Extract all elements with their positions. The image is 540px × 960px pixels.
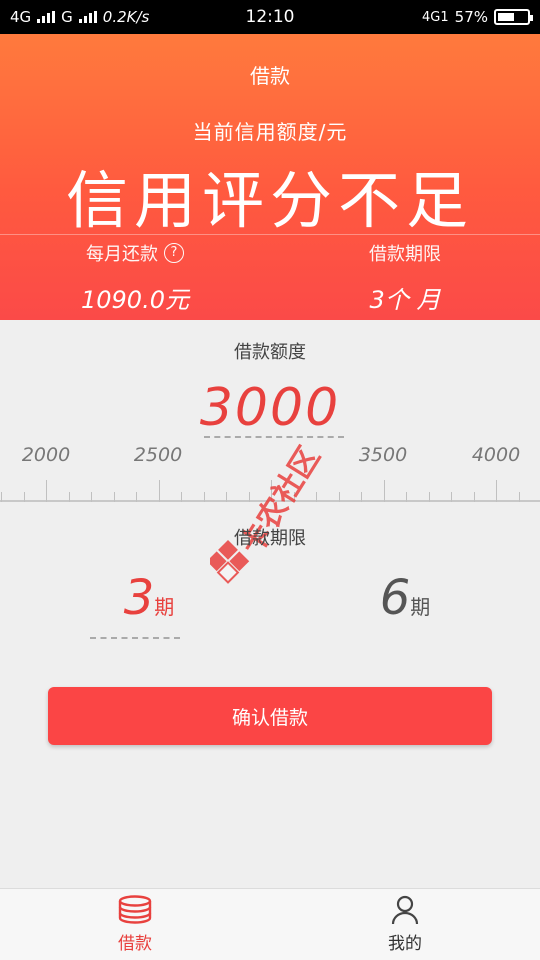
ruler-tick bbox=[316, 492, 317, 502]
term-unit: 期 bbox=[410, 595, 431, 619]
bottom-nav: 借款 我的 bbox=[0, 888, 540, 960]
ruler-tick bbox=[518, 492, 520, 502]
monthly-payment-label-row: 每月还款 ? bbox=[0, 240, 270, 266]
monthly-payment-value: 1090.0元 bbox=[81, 286, 189, 314]
term-selected-underline bbox=[90, 637, 180, 639]
ruler-tick bbox=[1, 492, 2, 502]
ruler-tick bbox=[158, 480, 160, 502]
amount-ruler-slider[interactable] bbox=[0, 472, 540, 504]
term-option-3[interactable]: 3期 bbox=[84, 570, 214, 626]
ruler-tick bbox=[248, 492, 250, 502]
term-summary-label: 借款期限 bbox=[369, 244, 441, 265]
ruler-label: 3500 bbox=[358, 444, 408, 466]
ruler-tick bbox=[496, 480, 497, 502]
ruler-tick bbox=[136, 492, 137, 502]
term-number: 6 bbox=[379, 570, 411, 626]
monthly-payment-label: 每月还款 bbox=[86, 244, 158, 265]
credit-value: 信用评分不足 bbox=[65, 164, 474, 237]
ruler-tick bbox=[361, 492, 362, 502]
battery-icon bbox=[494, 9, 533, 25]
ruler-tick bbox=[226, 492, 227, 502]
ruler-label: 2000 bbox=[21, 444, 71, 466]
confirm-loan-button[interactable]: 确认借款 bbox=[48, 687, 492, 745]
battery-fill bbox=[498, 13, 514, 21]
nav-item-mine[interactable]: 我的 bbox=[270, 889, 540, 960]
ruler-tick bbox=[338, 492, 340, 502]
coins-stack-icon bbox=[118, 895, 152, 924]
nav-item-loan[interactable]: 借款 bbox=[0, 889, 270, 960]
clock: 12:10 bbox=[245, 7, 295, 27]
nav-label-loan: 借款 bbox=[118, 934, 152, 954]
amount-value: 3000 bbox=[199, 378, 341, 438]
ruler-label: 4000 bbox=[471, 444, 521, 466]
help-icon[interactable]: ? bbox=[164, 243, 184, 263]
user-icon bbox=[391, 895, 419, 925]
ruler-tick bbox=[383, 480, 385, 502]
ruler-tick bbox=[428, 492, 430, 502]
term-unit: 期 bbox=[154, 595, 175, 619]
ruler-tick bbox=[473, 492, 475, 502]
ruler-tick bbox=[203, 492, 205, 502]
header: 借款 当前信用额度/元 信用评分不足 每月还款 ? 1090.0元 借款期限 3… bbox=[0, 34, 540, 320]
term-summary-block: 借款期限 3个 月 bbox=[270, 240, 540, 315]
ruler-tick bbox=[113, 492, 115, 502]
term-label: 借款期限 bbox=[234, 528, 306, 549]
term-summary-value: 3个 月 bbox=[369, 286, 441, 314]
ruler-tick bbox=[406, 492, 407, 502]
ruler-tick bbox=[293, 492, 295, 502]
ruler-tick bbox=[46, 480, 47, 502]
ruler-baseline bbox=[0, 500, 540, 502]
ruler-tick bbox=[181, 492, 182, 502]
status-bar: 4G G 0.2K/s 12:10 4G1 57% bbox=[0, 0, 540, 34]
page-title: 借款 bbox=[250, 64, 290, 88]
credit-caption: 当前信用额度/元 bbox=[192, 120, 348, 144]
amount-underline bbox=[204, 436, 344, 438]
amount-label: 借款额度 bbox=[234, 342, 306, 363]
ruler-tick bbox=[271, 480, 272, 502]
term-number: 3 bbox=[123, 570, 155, 626]
ruler-tick bbox=[91, 492, 92, 502]
ruler-tick bbox=[23, 492, 25, 502]
monthly-payment-block: 每月还款 ? 1090.0元 bbox=[0, 240, 270, 315]
ruler-labels: 2000 2500 3500 4000 bbox=[0, 444, 540, 470]
term-option-6[interactable]: 6期 bbox=[340, 570, 470, 626]
ruler-tick bbox=[451, 492, 452, 502]
ruler-tick bbox=[68, 492, 70, 502]
header-divider bbox=[0, 234, 540, 235]
ruler-label: 2500 bbox=[133, 444, 183, 466]
nav-label-mine: 我的 bbox=[388, 934, 422, 954]
